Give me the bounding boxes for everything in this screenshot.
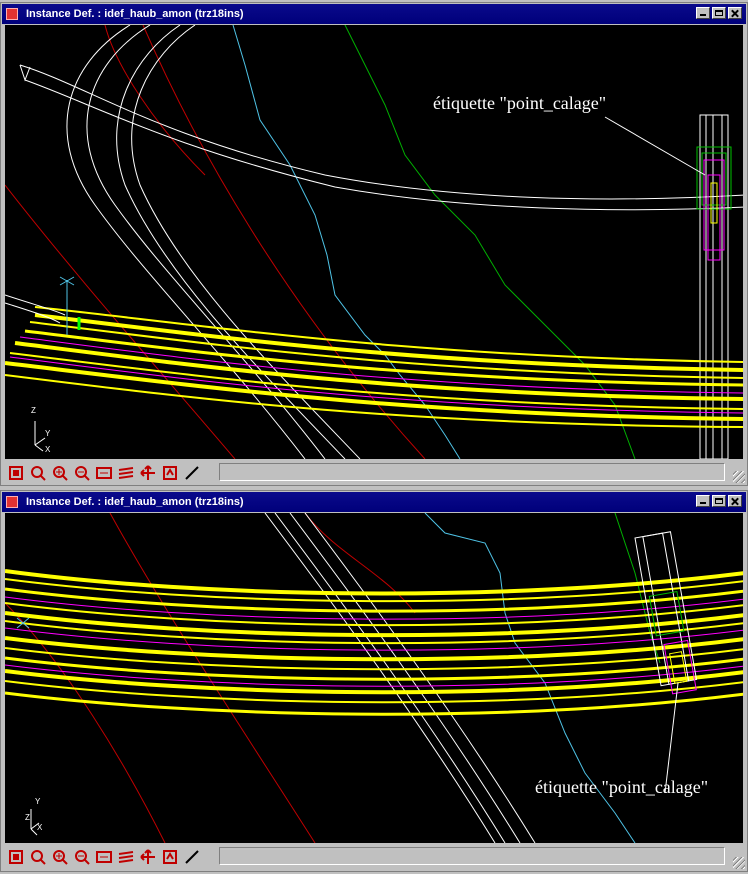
minimize-button[interactable] — [696, 7, 710, 19]
measure-line-icon[interactable] — [181, 462, 203, 484]
status-field — [219, 847, 725, 865]
status-field — [219, 463, 725, 481]
view-toolbar — [5, 461, 743, 485]
zoom-previous-icon[interactable] — [159, 462, 181, 484]
point-calage-label: étiquette "point_calage" — [433, 93, 607, 113]
axis-y-label: Y — [35, 797, 41, 806]
maximize-button[interactable] — [712, 495, 726, 507]
window-title: Instance Def. : idef_haub_amon (trz18ins… — [26, 496, 244, 508]
zoom-window-icon[interactable] — [27, 846, 49, 868]
window-titlebar[interactable]: Instance Def. : idef_haub_amon (trz18ins… — [2, 4, 746, 24]
view-fit-icon[interactable] — [5, 462, 27, 484]
view-fit-icon[interactable] — [5, 846, 27, 868]
view-frame-icon[interactable] — [93, 846, 115, 868]
axis-x-label: X — [37, 823, 43, 832]
zoom-window-icon[interactable] — [27, 462, 49, 484]
axis-z-label: Z — [31, 406, 36, 415]
zoom-out-icon[interactable] — [71, 462, 93, 484]
close-button[interactable] — [728, 495, 742, 507]
layers-icon[interactable] — [115, 846, 137, 868]
pan-icon[interactable] — [137, 462, 159, 484]
resize-grip[interactable] — [733, 857, 745, 869]
app-icon[interactable] — [6, 8, 18, 20]
drawing-viewport[interactable]: étiquette "point_calage" Z Y X — [5, 25, 743, 459]
window-title: Instance Def. : idef_haub_amon (trz18ins… — [26, 8, 244, 20]
resize-grip[interactable] — [733, 471, 745, 483]
layers-icon[interactable] — [115, 462, 137, 484]
drawing-canvas — [5, 25, 743, 459]
close-button[interactable] — [728, 7, 742, 19]
zoom-previous-icon[interactable] — [159, 846, 181, 868]
window-titlebar[interactable]: Instance Def. : idef_haub_amon (trz18ins… — [2, 492, 746, 512]
maximize-button[interactable] — [712, 7, 726, 19]
minimize-button[interactable] — [696, 495, 710, 507]
cad-window-bottom: Instance Def. : idef_haub_amon (trz18ins… — [0, 490, 748, 872]
zoom-in-icon[interactable] — [49, 462, 71, 484]
window-controls — [696, 7, 742, 19]
pan-icon[interactable] — [137, 846, 159, 868]
app-icon[interactable] — [6, 496, 18, 508]
axis-z-label: Z — [25, 813, 30, 822]
window-controls — [696, 495, 742, 507]
view-frame-icon[interactable] — [93, 462, 115, 484]
measure-line-icon[interactable] — [181, 846, 203, 868]
zoom-in-icon[interactable] — [49, 846, 71, 868]
axis-y-label: Y — [45, 429, 51, 438]
point-calage-label: étiquette "point_calage" — [535, 777, 709, 797]
cad-window-top: Instance Def. : idef_haub_amon (trz18ins… — [0, 2, 748, 486]
axis-x-label: X — [45, 445, 51, 454]
zoom-out-icon[interactable] — [71, 846, 93, 868]
view-toolbar — [5, 845, 743, 869]
drawing-viewport[interactable]: étiquette "point_calage" Y Z X — [5, 513, 743, 843]
